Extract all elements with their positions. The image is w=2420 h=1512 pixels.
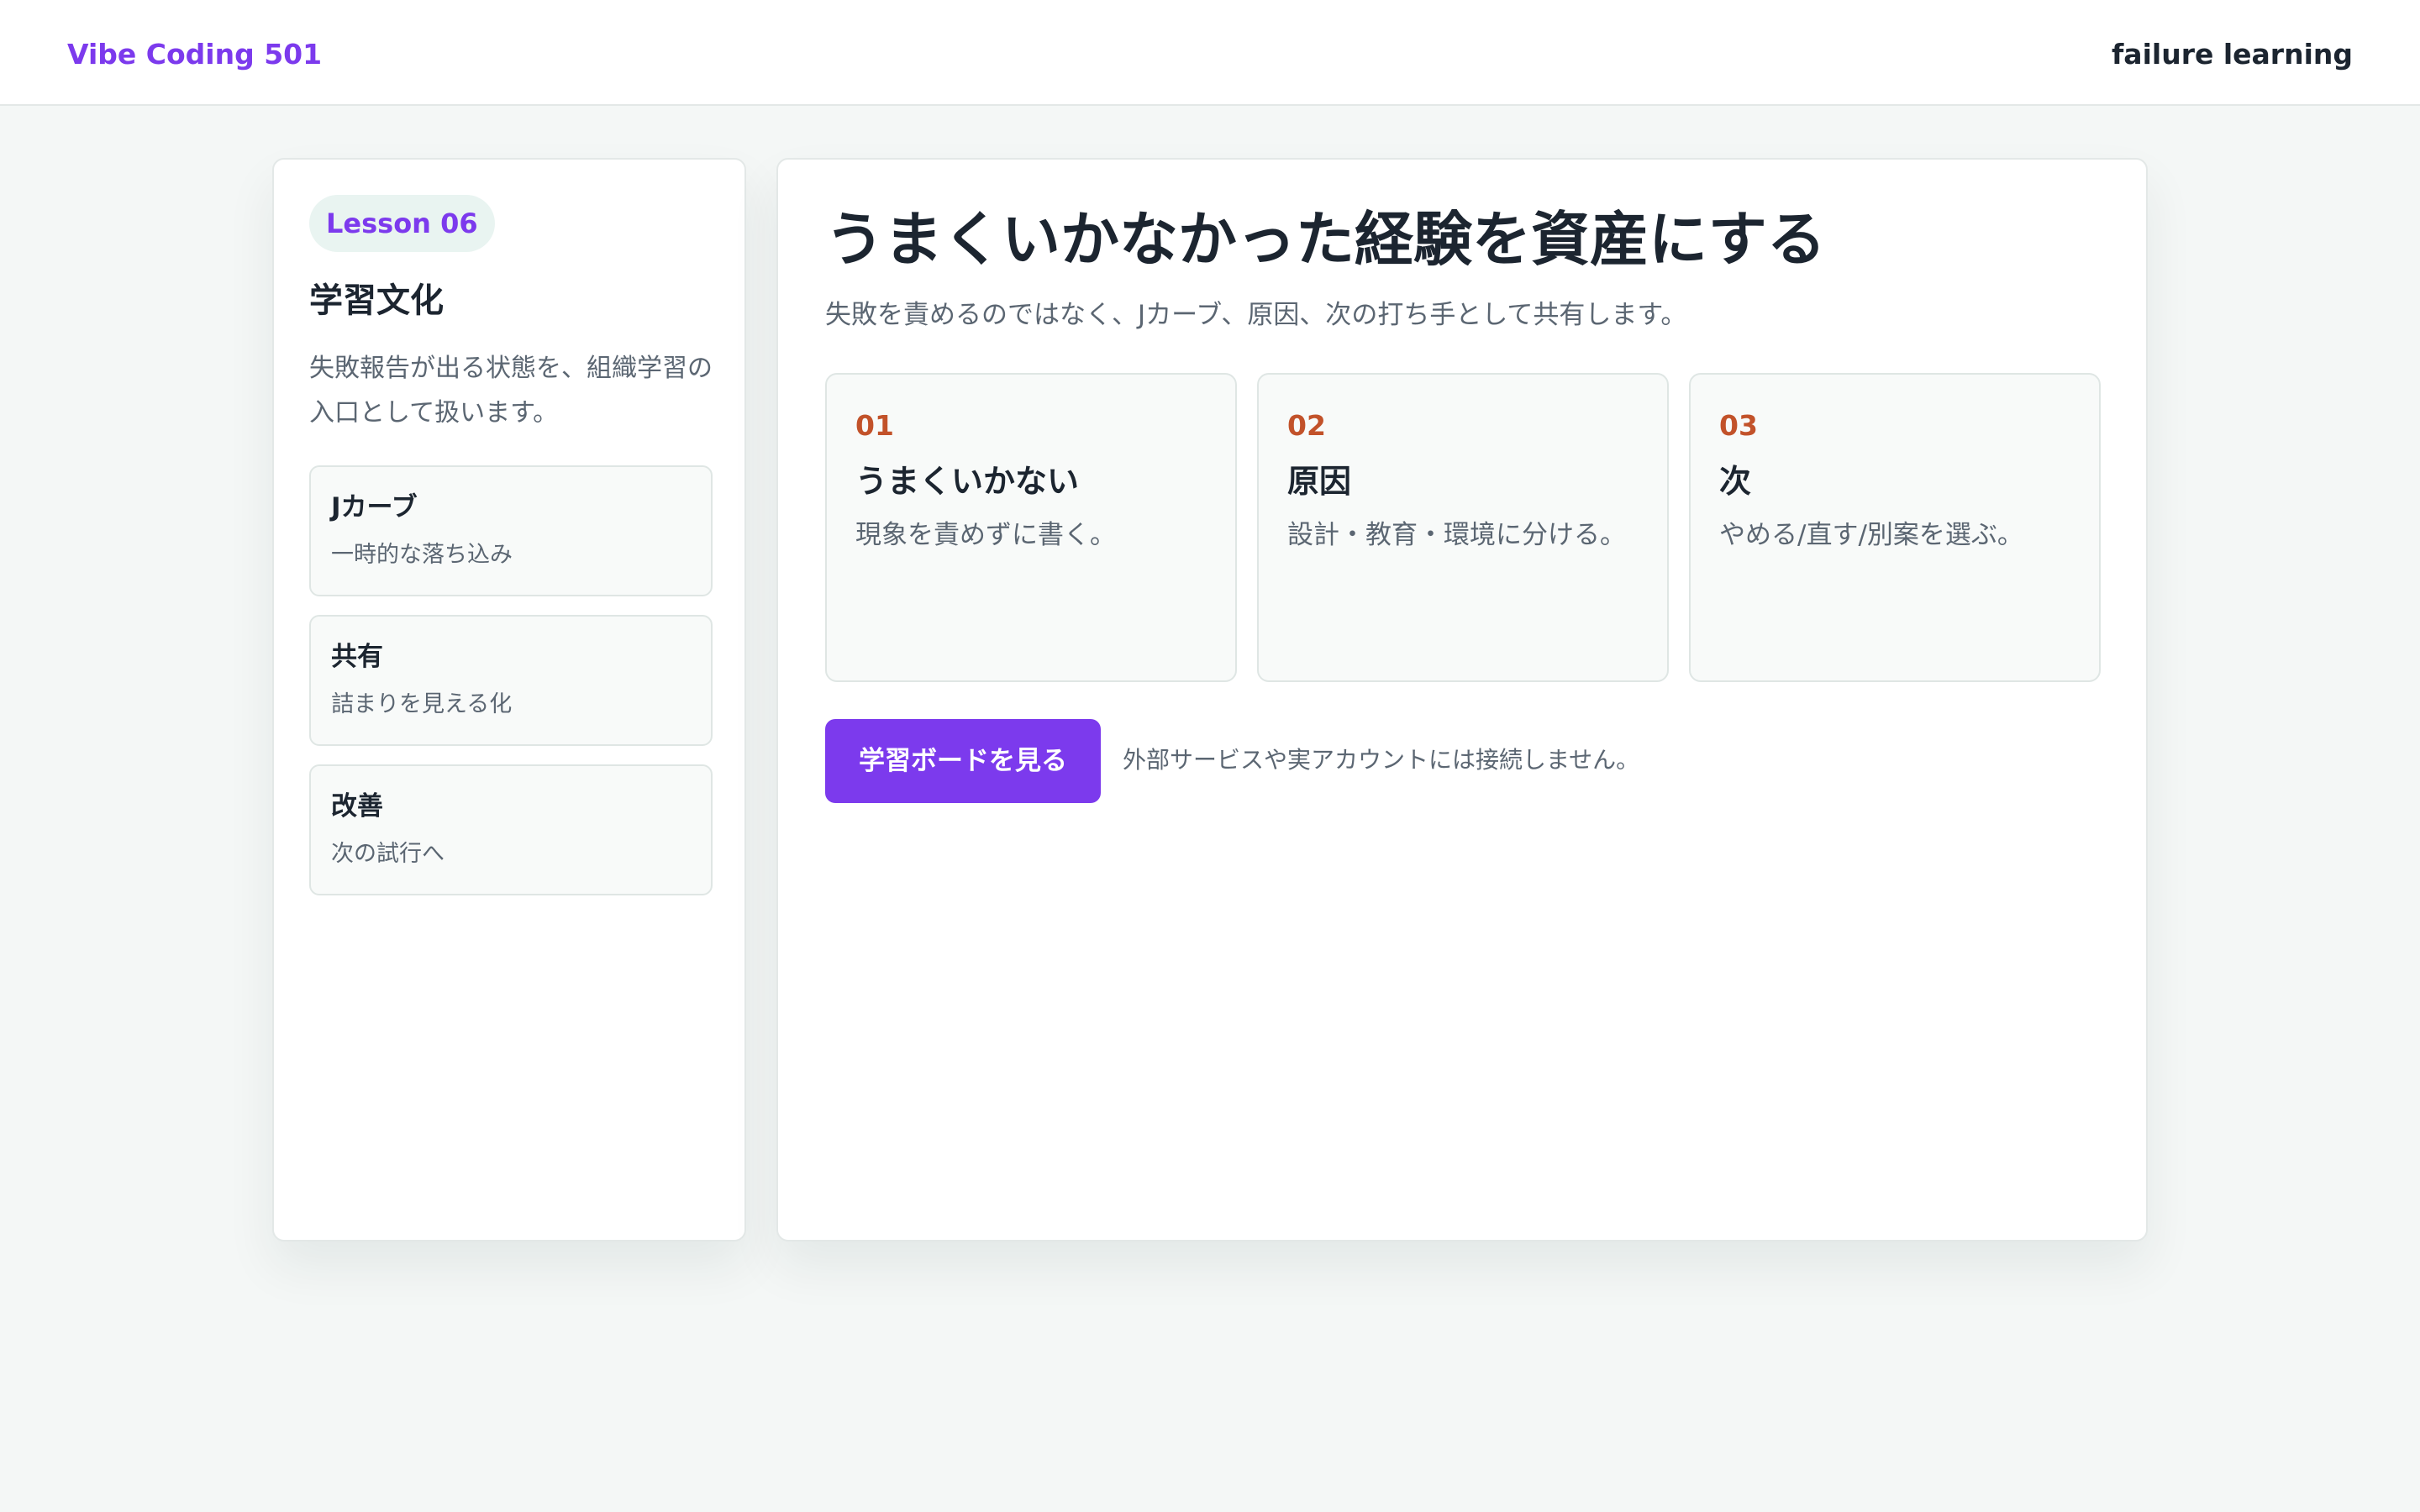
step-description: 現象を責めずに書く。	[855, 520, 1116, 550]
top-bar: Vibe Coding 501 failure learning	[0, 0, 2420, 106]
sidebar-item-title: 共有	[331, 642, 383, 672]
step-number: 03	[1719, 409, 1758, 442]
step-card-cause: 02 原因 設計・教育・環境に分ける。	[1257, 373, 1669, 682]
sidebar-item-share[interactable]: 共有 詰まりを見える化	[309, 615, 713, 746]
page-subtitle: 失敗を責めるのではなく、Jカーブ、原因、次の打ち手として共有します。	[825, 300, 1687, 330]
step-number: 02	[1287, 409, 1326, 442]
sidebar-item-subtitle: 一時的な落ち込み	[331, 542, 513, 568]
step-description: 設計・教育・環境に分ける。	[1287, 520, 1626, 550]
lesson-badge: Lesson 06	[309, 195, 495, 252]
sidebar-item-title: Jカーブ	[331, 492, 418, 522]
sidebar-item-j-curve[interactable]: Jカーブ 一時的な落ち込み	[309, 465, 713, 596]
connection-note: 外部サービスや実アカウントには接続しません。	[1123, 746, 1640, 774]
topic-label: failure learning	[2111, 38, 2353, 71]
step-number: 01	[855, 409, 894, 442]
main-panel: うまくいかなかった経験を資産にする 失敗を責めるのではなく、Jカーブ、原因、次の…	[776, 158, 2148, 1242]
step-card-failure: 01 うまくいかない 現象を責めずに書く。	[825, 373, 1237, 682]
step-title: 次	[1719, 463, 1752, 500]
sidebar-item-subtitle: 詰まりを見える化	[331, 691, 513, 717]
step-description: やめる/直す/別案を選ぶ。	[1719, 520, 2023, 550]
page-title: うまくいかなかった経験を資産にする	[825, 205, 1826, 274]
step-title: うまくいかない	[855, 463, 1080, 500]
sidebar-title: 学習文化	[309, 281, 444, 320]
sidebar-item-title: 改善	[331, 791, 383, 822]
view-learning-board-button[interactable]: 学習ボードを見る	[825, 719, 1101, 803]
brand-link[interactable]: Vibe Coding 501	[67, 34, 322, 76]
step-title: 原因	[1287, 463, 1352, 500]
lesson-sidebar: Lesson 06 学習文化 失敗報告が出る状態を、組織学習の入口として扱います…	[272, 158, 746, 1242]
sidebar-item-subtitle: 次の試行へ	[331, 841, 445, 867]
sidebar-item-improve[interactable]: 改善 次の試行へ	[309, 764, 713, 895]
sidebar-description: 失敗報告が出る状態を、組織学習の入口として扱います。	[309, 354, 713, 428]
step-card-next: 03 次 やめる/直す/別案を選ぶ。	[1689, 373, 2101, 682]
